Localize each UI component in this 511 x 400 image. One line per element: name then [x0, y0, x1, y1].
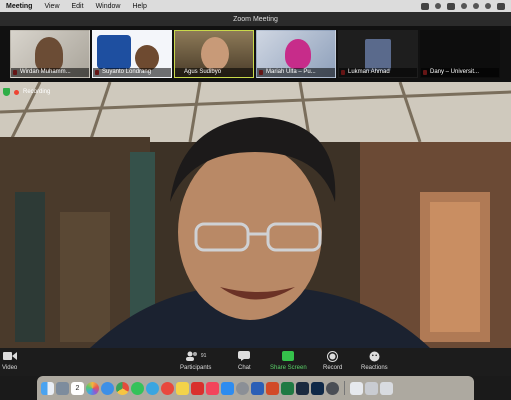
app-store-icon[interactable] [221, 381, 234, 395]
recording-label: Recording [23, 89, 51, 95]
participant-name: Dany – Universit... [421, 68, 499, 77]
share-screen-icon [282, 351, 295, 361]
bluetooth-icon[interactable] [461, 3, 467, 9]
window-title: Zoom Meeting [233, 15, 278, 23]
google-icon[interactable] [161, 381, 174, 395]
record-button[interactable]: Record [323, 350, 342, 371]
menu-meeting[interactable]: Meeting [6, 3, 32, 10]
security-shield-icon[interactable] [3, 88, 10, 96]
whatsapp-icon[interactable] [131, 381, 144, 395]
meeting-toolbar: Video 91 Participants Chat Share Screen … [0, 348, 511, 376]
preview-icon[interactable] [350, 381, 363, 395]
participants-count: 91 [200, 353, 207, 359]
music-icon[interactable] [206, 381, 219, 395]
record-label: Record [323, 365, 343, 371]
participant-tile[interactable]: Mariah Ulfa – Pu... [256, 30, 336, 78]
smiley-icon [369, 351, 380, 361]
chat-bubble-icon [238, 351, 251, 361]
video-camera-icon [2, 352, 17, 360]
participant-gallery: Wirdan Muhamm... Suyanto Londrang Agus S… [0, 26, 511, 82]
participants-button[interactable]: 91 Participants [180, 350, 211, 371]
wifi-icon[interactable] [473, 3, 479, 9]
recording-indicator[interactable]: Recording [3, 88, 50, 96]
record-icon [327, 350, 339, 362]
excel-icon[interactable] [281, 381, 294, 395]
calendar-icon[interactable]: 2 [71, 381, 84, 395]
status-icons [421, 2, 511, 10]
menu-view[interactable]: View [44, 3, 59, 10]
video-label: Video [2, 365, 18, 371]
menu-edit[interactable]: Edit [72, 3, 84, 10]
participant-name: Mariah Ulfa – Pu... [257, 68, 335, 77]
video-button[interactable]: Video [2, 350, 17, 371]
participant-name: Lukman Ahmad [339, 68, 417, 77]
chat-label: Chat [238, 365, 251, 371]
dock-divider [344, 381, 345, 395]
participant-tile-active-speaker[interactable]: Agus Sudibyo [174, 30, 254, 78]
control-center-icon[interactable] [497, 2, 505, 10]
menu-window[interactable]: Window [96, 3, 121, 10]
share-screen-label: Share Screen [270, 365, 307, 371]
settings-icon[interactable] [236, 381, 249, 395]
participant-tile[interactable]: Suyanto Londrang [92, 30, 172, 78]
participant-tile[interactable]: Dany – Universit... [420, 30, 500, 78]
word-icon[interactable] [251, 381, 264, 395]
telegram-icon[interactable] [146, 381, 159, 395]
participant-tile[interactable]: Lukman Ahmad [338, 30, 418, 78]
reactions-button[interactable]: Reactions [361, 350, 388, 371]
powerpoint-icon[interactable] [266, 381, 279, 395]
battery-icon[interactable] [447, 2, 455, 10]
organization-logo [97, 35, 131, 69]
participant-face [35, 37, 63, 71]
calendar-day: 2 [75, 384, 80, 392]
lightroom-icon[interactable] [296, 381, 309, 395]
macos-dock: 2 [37, 376, 474, 400]
participant-face [285, 39, 311, 69]
search-icon[interactable] [485, 3, 491, 9]
finder-icon[interactable] [41, 381, 54, 395]
launchpad-icon[interactable] [56, 381, 69, 395]
photoshop-icon[interactable] [311, 381, 324, 395]
acrobat-icon[interactable] [191, 381, 204, 395]
chrome-icon[interactable] [116, 381, 129, 395]
reactions-label: Reactions [361, 365, 388, 371]
window-title-bar: Zoom Meeting [0, 12, 511, 26]
participant-tile[interactable]: Wirdan Muhamm... [10, 30, 90, 78]
participant-face [201, 37, 229, 71]
speaker-video-frame [0, 82, 511, 348]
menu-bar: Meeting View Edit Window Help [0, 0, 511, 12]
photos-icon[interactable] [86, 381, 99, 395]
record-status-icon[interactable] [435, 3, 441, 9]
participant-name: Suyanto Londrang [93, 68, 171, 77]
participant-name: Agus Sudibyo [175, 68, 253, 77]
trash-icon[interactable] [380, 381, 393, 395]
menu-help[interactable]: Help [132, 3, 146, 10]
active-speaker-video [0, 82, 511, 348]
notes-icon[interactable] [176, 381, 189, 395]
participant-name: Wirdan Muhamm... [11, 68, 89, 77]
downloads-icon[interactable] [365, 381, 378, 395]
quicktime-icon[interactable] [326, 381, 339, 395]
safari-icon[interactable] [101, 381, 114, 395]
share-screen-button[interactable]: Share Screen [270, 350, 307, 371]
participants-label: Participants [180, 365, 212, 371]
participant-photo [365, 39, 391, 71]
zoom-status-icon[interactable] [421, 2, 429, 10]
chat-button[interactable]: Chat [238, 350, 251, 371]
participants-icon [185, 351, 197, 361]
recording-dot-icon [14, 89, 19, 95]
